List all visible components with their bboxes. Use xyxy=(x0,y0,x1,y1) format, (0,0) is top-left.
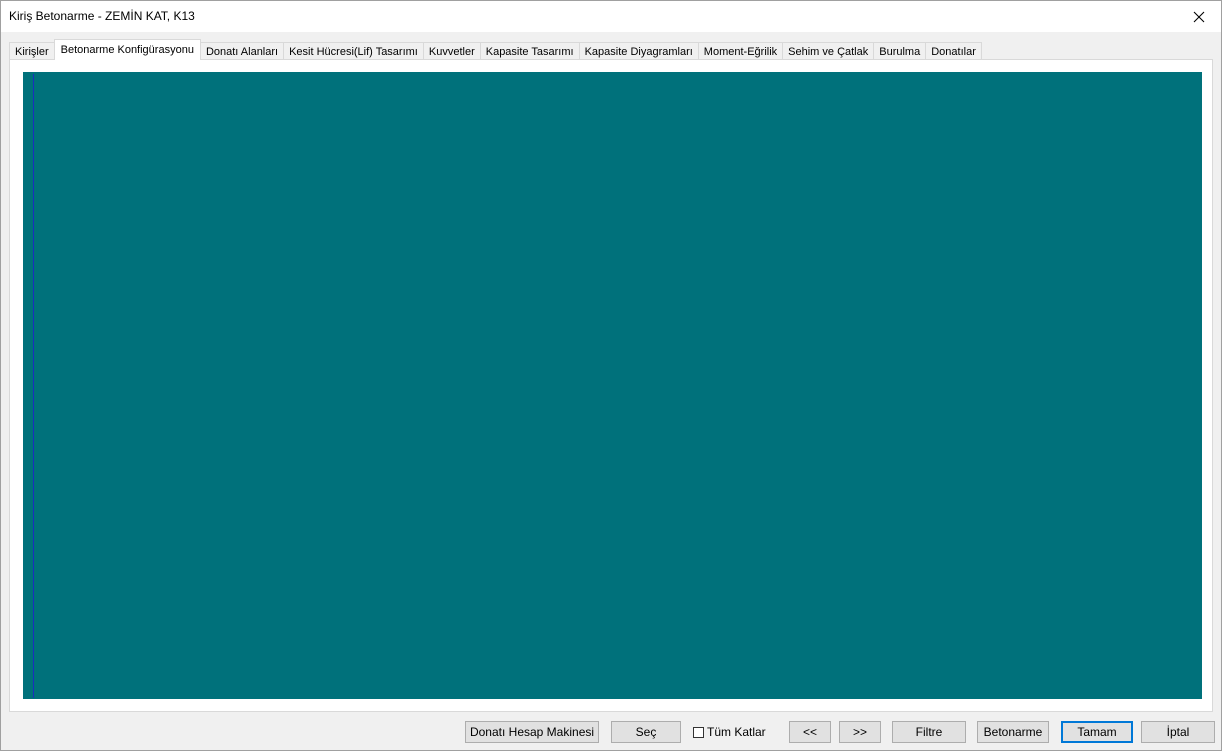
filter-button[interactable]: Filtre xyxy=(892,721,966,743)
title-bar: Kiriş Betonarme - ZEMİN KAT, K13 xyxy=(1,1,1221,32)
tab-betonarme-konfigurasyonu[interactable]: Betonarme Konfigürasyonu xyxy=(53,39,201,60)
window-title: Kiriş Betonarme - ZEMİN KAT, K13 xyxy=(9,9,195,23)
tab-donatilar[interactable]: Donatılar xyxy=(925,42,982,60)
ok-button[interactable]: Tamam xyxy=(1061,721,1133,743)
tab-donati-alanlari[interactable]: Donatı Alanları xyxy=(199,42,285,60)
cancel-button[interactable]: İptal xyxy=(1141,721,1215,743)
previous-button[interactable]: << xyxy=(789,721,831,743)
close-icon xyxy=(1193,11,1205,22)
next-button[interactable]: >> xyxy=(839,721,881,743)
tab-kesit-hucresi-tasarimi[interactable]: Kesit Hücresi(Lif) Tasarımı xyxy=(283,42,424,60)
tab-kapasite-tasarimi[interactable]: Kapasite Tasarımı xyxy=(479,42,580,60)
concrete-button[interactable]: Betonarme xyxy=(977,721,1049,743)
rebar-calculator-button[interactable]: Donatı Hesap Makinesi xyxy=(465,721,599,743)
all-floors-checkbox-wrap[interactable]: Tüm Katlar xyxy=(693,725,766,739)
tab-strip: Kirişler Betonarme Konfigürasyonu Donatı… xyxy=(9,39,982,60)
all-floors-checkbox[interactable] xyxy=(693,726,704,738)
tab-moment-egrilik[interactable]: Moment-Eğrilik xyxy=(697,42,784,60)
vertical-guide-line xyxy=(33,74,34,698)
dialog-window: Kiriş Betonarme - ZEMİN KAT, K13 Kirişle… xyxy=(0,0,1222,751)
tab-burulma[interactable]: Burulma xyxy=(873,42,927,60)
all-floors-label: Tüm Katlar xyxy=(707,725,766,739)
close-button[interactable] xyxy=(1177,1,1221,32)
tab-panel xyxy=(9,59,1213,712)
tab-sehim-ve-catlak[interactable]: Sehim ve Çatlak xyxy=(782,42,875,60)
tab-kirisler[interactable]: Kirişler xyxy=(9,42,55,60)
drawing-canvas[interactable] xyxy=(23,72,1202,699)
tab-kuvvetler[interactable]: Kuvvetler xyxy=(422,42,481,60)
tab-kapasite-diyagramlari[interactable]: Kapasite Diyagramları xyxy=(578,42,699,60)
select-button[interactable]: Seç xyxy=(611,721,681,743)
